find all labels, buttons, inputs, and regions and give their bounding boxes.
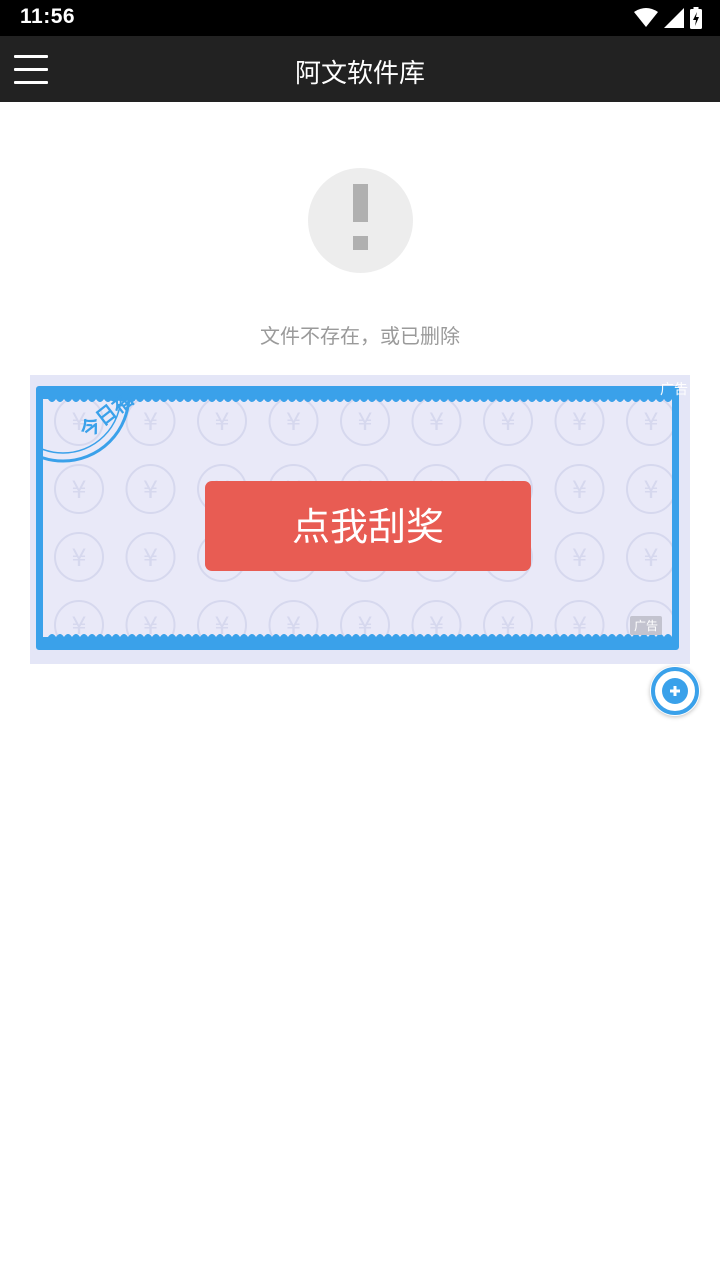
status-icons: [634, 7, 702, 29]
status-bar: 11:56: [0, 0, 720, 36]
signal-icon: [664, 8, 684, 28]
ad-card[interactable]: ¥ 今日福利 点我刮奖 广告: [36, 386, 679, 650]
scratch-prize-button[interactable]: 点我刮奖: [205, 481, 531, 571]
status-time: 11:56: [20, 5, 76, 28]
app-bar: 阿文软件库: [0, 36, 720, 102]
wifi-icon: [634, 8, 658, 27]
ad-badge: 广告: [629, 616, 662, 635]
exclamation-icon: [308, 168, 413, 273]
battery-charging-icon: [690, 7, 702, 29]
app-title: 阿文软件库: [294, 59, 425, 89]
ad-banner[interactable]: ¥ 今日福利 点我刮奖 广告 广告: [30, 375, 690, 664]
plus-icon: [651, 667, 699, 715]
error-message: 文件不存在，或已删除: [260, 324, 460, 348]
floating-action-button[interactable]: [650, 666, 700, 716]
ad-badge-top: 广告: [660, 382, 688, 398]
stamp-badge: 今日福利: [43, 393, 153, 463]
